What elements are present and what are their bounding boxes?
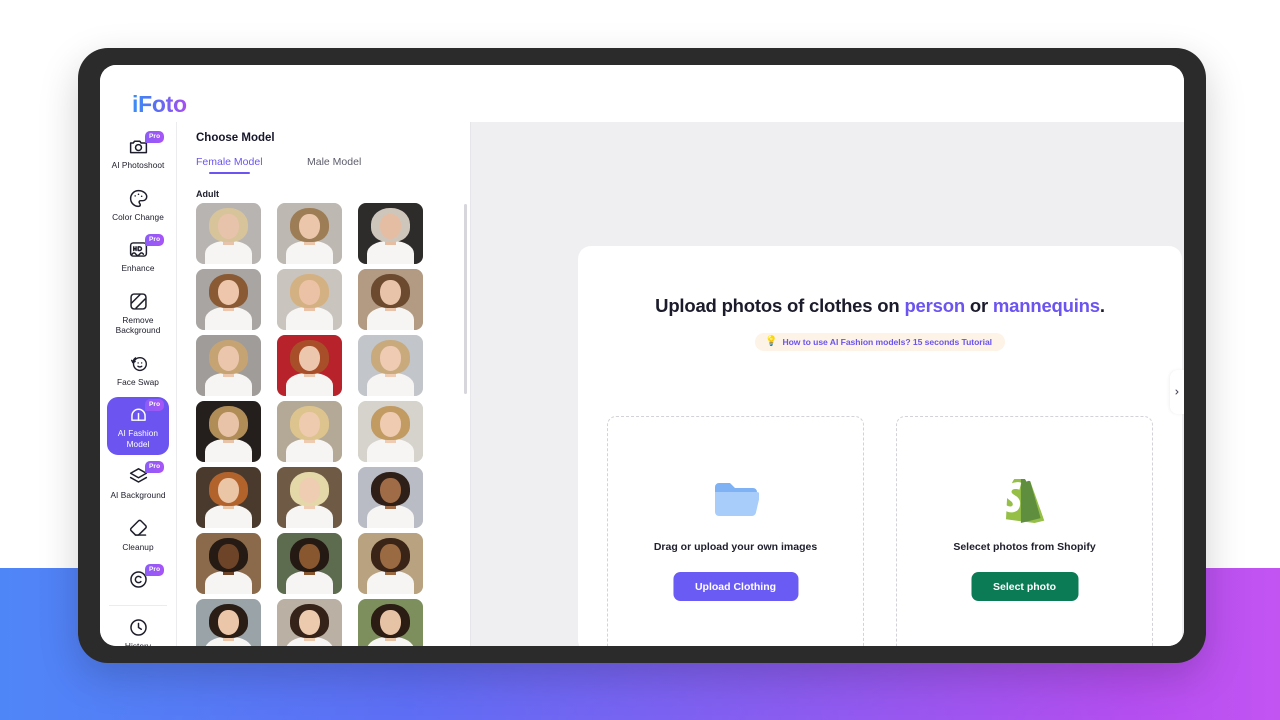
model-thumbnail[interactable] (358, 401, 423, 462)
model-thumbnail[interactable] (358, 533, 423, 594)
model-thumbnail[interactable] (277, 533, 342, 594)
lightbulb-icon: 💡 (764, 336, 778, 347)
sidebar-item-label: Cleanup (122, 541, 154, 552)
sidebar-item-color-change[interactable]: Color Change (107, 181, 169, 229)
sidebar-item-cleanup[interactable]: Cleanup (107, 511, 169, 559)
model-thumbnail[interactable] (196, 533, 261, 594)
model-thumbnail[interactable] (358, 599, 423, 646)
model-thumbnail[interactable] (277, 269, 342, 330)
model-tabs[interactable]: Female Model Male Model (196, 156, 451, 178)
pro-badge: Pro (145, 399, 165, 411)
chevron-right-icon (1173, 383, 1181, 401)
sidebar-item-remove-background[interactable]: Remove Background (107, 284, 169, 342)
sidebar-item-label: History (124, 641, 152, 646)
folder-icon (713, 479, 760, 522)
screenshot-stage: iFoto AI Photoshoot Pro Color Change Enhanc… (0, 0, 1280, 720)
model-thumbnail[interactable] (196, 269, 261, 330)
dropzone-shopify[interactable]: Selecet photos from Shopify Select photo (896, 416, 1153, 646)
upload-clothing-button[interactable]: Upload Clothing (672, 572, 799, 601)
model-group-label: Adult (196, 189, 219, 199)
panel-collapse-toggle[interactable] (1170, 370, 1184, 414)
tutorial-banner-text: How to use AI Fashion models? 15 seconds… (782, 337, 993, 347)
model-thumbnail[interactable] (358, 467, 423, 528)
sidebar-item-ai-fashion-model[interactable]: AI Fashion Model Pro (107, 397, 169, 455)
dropzone-local-upload[interactable]: Drag or upload your own images Upload Cl… (607, 416, 864, 646)
panel-title: Choose Model (196, 132, 275, 144)
sidebar-divider (109, 605, 167, 606)
page-title: Upload photos of clothes on person or ma… (578, 295, 1182, 317)
model-thumbnail[interactable] (196, 401, 261, 462)
sidebar-item-label: Enhance (121, 263, 155, 273)
tutorial-banner[interactable]: 💡 How to use AI Fashion models? 15 secon… (754, 333, 1006, 351)
model-thumbnail[interactable] (196, 335, 261, 396)
dropzone-caption-shopify: Selecet photos from Shopify (953, 541, 1096, 553)
sidebar-item-label: Face Swap (117, 376, 159, 387)
headline-highlight-mannequins: mannequins (992, 295, 1100, 316)
model-thumbnail[interactable] (277, 203, 342, 264)
tablet-screen: iFoto AI Photoshoot Pro Color Change Enhanc… (100, 65, 1184, 646)
face-swap-icon (128, 353, 149, 374)
main-work-area: Upload photos of clothes on person or ma… (471, 122, 1184, 646)
sidebar-item-enhance[interactable]: Enhance Pro (107, 232, 169, 280)
pro-badge: Pro (145, 234, 165, 246)
pro-badge: Pro (145, 131, 165, 143)
pro-badge: Pro (145, 461, 165, 473)
tab-male-model[interactable]: Male Model (307, 156, 361, 174)
palette-icon (128, 188, 149, 209)
sidebar-item-face-swap[interactable]: Face Swap (107, 346, 169, 394)
sidebar-item-ai-background[interactable]: AI Background Pro (107, 459, 169, 507)
headline-suffix: . (1099, 295, 1105, 316)
select-photo-button[interactable]: Select photo (970, 572, 1079, 601)
model-panel-scrollbar[interactable] (464, 204, 467, 394)
upload-panel: Upload photos of clothes on person or ma… (578, 246, 1182, 646)
tab-female-model[interactable]: Female Model (196, 156, 263, 174)
sidebar-rail[interactable]: AI Photoshoot Pro Color Change Enhance Pro Re… (100, 122, 177, 646)
sidebar-item-ai-photoshoot[interactable]: AI Photoshoot Pro (107, 129, 169, 177)
model-chooser-panel: Choose Model Female Model Male Model Adu… (177, 122, 471, 646)
model-thumbnail[interactable] (277, 599, 342, 646)
sidebar-item-label: Remove Background (115, 314, 161, 336)
model-thumbnail[interactable] (277, 467, 342, 528)
model-thumbnail[interactable] (196, 203, 261, 264)
model-thumbnail[interactable] (277, 401, 342, 462)
model-thumbnail[interactable] (196, 599, 261, 646)
dropzone-caption-upload: Drag or upload your own images (653, 541, 818, 553)
model-thumbnail-grid[interactable] (196, 203, 454, 646)
sidebar-item-label: AI Photoshoot (111, 160, 165, 170)
headline-highlight-person: person (904, 295, 965, 316)
model-thumbnail[interactable] (277, 335, 342, 396)
clock-icon (128, 617, 149, 638)
sidebar-item-copyright[interactable]: Pro (107, 562, 169, 599)
headline-prefix: Upload photos of clothes on (655, 295, 905, 316)
model-thumbnail[interactable] (358, 335, 423, 396)
headline-middle: or (964, 295, 993, 316)
tablet-device-frame: iFoto AI Photoshoot Pro Color Change Enhanc… (78, 48, 1206, 663)
eraser-icon (128, 518, 149, 539)
remove-bg-icon (128, 291, 149, 312)
shopify-bag-icon (1003, 476, 1045, 528)
app-logo[interactable]: iFoto (132, 93, 187, 116)
sidebar-item-history[interactable]: History (107, 610, 169, 646)
app-header: iFoto (100, 65, 1184, 122)
pro-badge: Pro (145, 564, 165, 576)
sidebar-item-label: Color Change (112, 211, 164, 222)
sidebar-item-label: AI Fashion Model (117, 428, 159, 449)
sidebar-item-label: AI Background (110, 490, 166, 500)
model-thumbnail[interactable] (196, 467, 261, 528)
model-thumbnail[interactable] (358, 269, 423, 330)
model-thumbnail[interactable] (358, 203, 423, 264)
